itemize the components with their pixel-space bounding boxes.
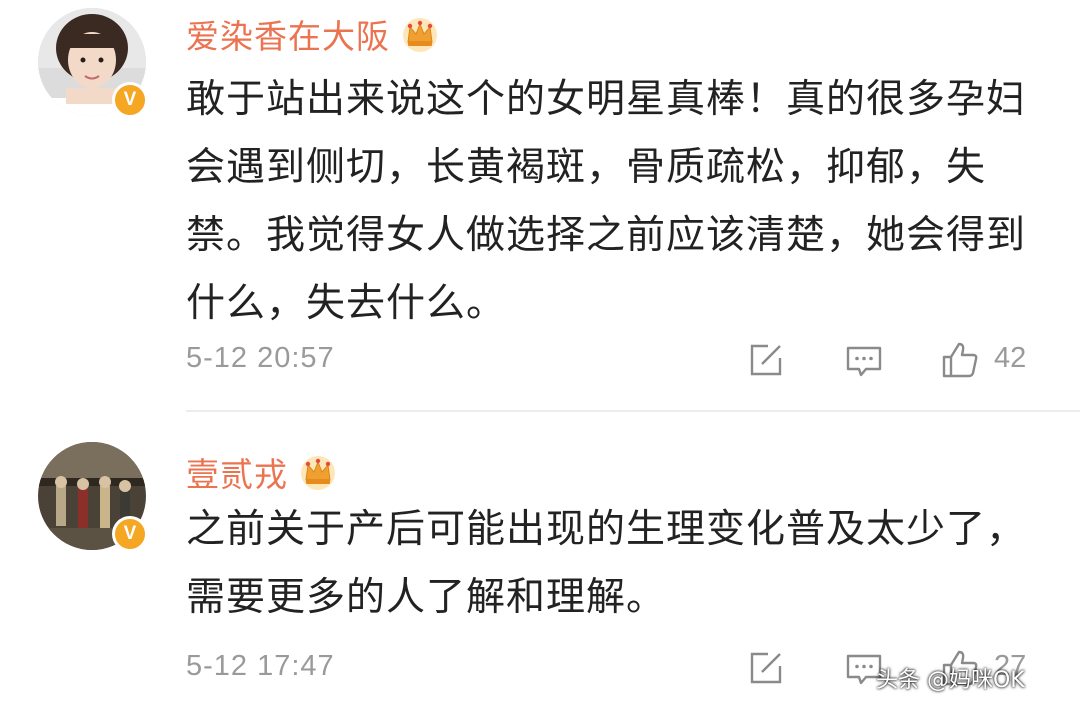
verified-badge: V [112, 82, 148, 118]
username-text[interactable]: 爱染香在大阪 [186, 10, 390, 58]
timestamp: 5-12 20:57 [186, 342, 335, 374]
like-icon[interactable] [940, 340, 980, 380]
reply-icon[interactable] [844, 340, 884, 380]
comment-text: 之前关于产后可能出现的生理变化普及太少了，需要更多的人了解和理解。 [186, 507, 1027, 620]
crown-badge-icon [400, 14, 440, 54]
username[interactable]: 爱染香在大阪 [186, 10, 440, 58]
comment-text: 敢于站出来说这个的女明星真棒！真的很多孕妇会遇到侧切，长黄褐斑，骨质疏松，抑郁，… [186, 77, 1027, 326]
watermark: 头条 @妈咪OK [876, 668, 1025, 693]
comment-list: V 爱染香在大阪 敢于站出来说这个的女明星真棒！真的很多孕妇会遇到侧切，长黄褐斑… [0, 0, 1080, 713]
share-icon[interactable] [746, 340, 786, 380]
like-count: 42 [994, 342, 1027, 374]
comment-item: V 爱染香在大阪 敢于站出来说这个的女明星真棒！真的很多孕妇会遇到侧切，长黄褐斑… [0, 0, 1080, 412]
verified-badge: V [112, 516, 148, 552]
share-icon[interactable] [746, 648, 786, 688]
username-text[interactable]: 壹贰戎 [186, 448, 288, 496]
crown-badge-icon [298, 452, 338, 492]
comment-meta: 5-12 20:57 42 [186, 336, 1040, 384]
username[interactable]: 壹贰戎 [186, 448, 338, 496]
timestamp: 5-12 17:47 [186, 650, 335, 682]
